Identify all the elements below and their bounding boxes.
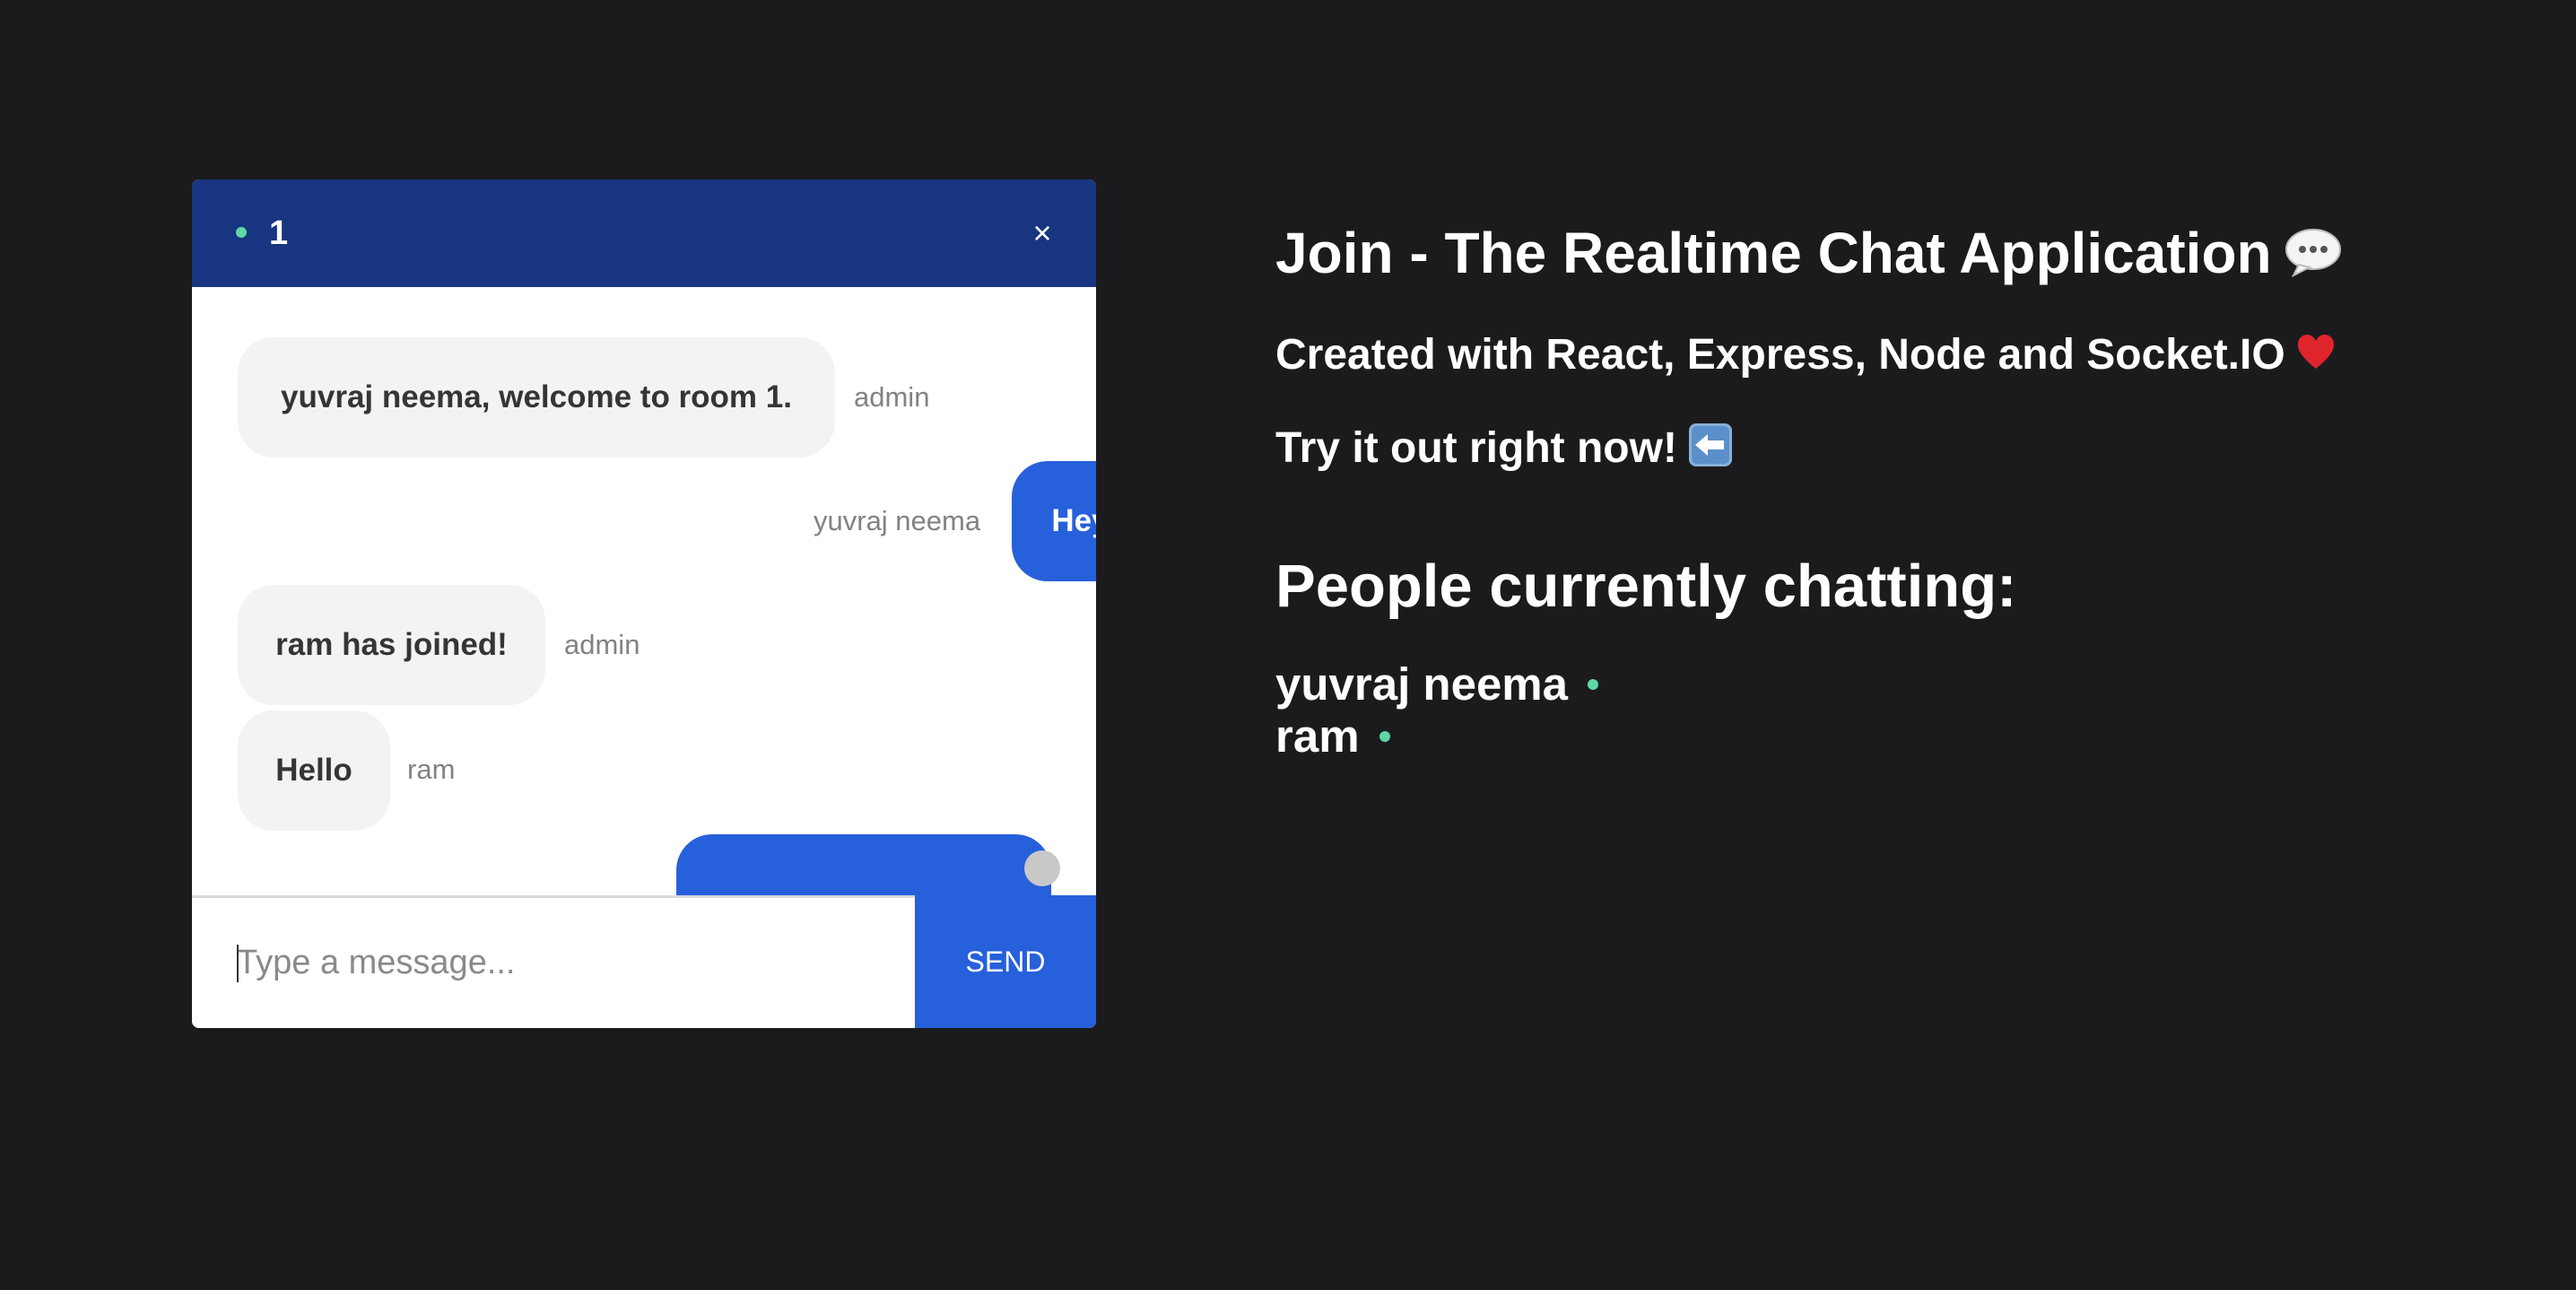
message-bubble: ram has joined!: [238, 585, 545, 705]
room-name: 1: [269, 214, 289, 252]
message-text: yuvraj neema, welcome to room 1.: [281, 379, 792, 414]
message-composer: SEND: [192, 895, 1096, 1028]
left-arrow-icon: [1688, 423, 1732, 467]
subtitle-text: Created with React, Express, Node and So…: [1275, 331, 2285, 379]
message-bubble: Hello: [238, 710, 390, 831]
speech-balloon-icon: [2284, 229, 2341, 278]
message-bubble-partial: [676, 834, 1051, 895]
page-title: Join - The Realtime Chat Application: [1275, 215, 2342, 291]
person-name: yuvraj neema: [1275, 658, 1569, 710]
message-sender: admin: [564, 629, 640, 660]
online-dot-icon: [1588, 678, 1599, 690]
close-icon[interactable]: ×: [1026, 217, 1058, 249]
person-item: ram: [1275, 710, 1390, 763]
message-sender: ram: [407, 754, 456, 785]
red-heart-icon: [2297, 335, 2334, 370]
online-dot-icon: [1379, 730, 1390, 742]
subtitle: Created with React, Express, Node and So…: [1275, 327, 2336, 384]
person-name: ram: [1275, 710, 1360, 762]
chat-header: 1 ×: [192, 179, 1096, 287]
message-text: ram has joined!: [275, 627, 508, 662]
online-dot-icon: [236, 227, 247, 238]
call-to-action-text: Try it out right now!: [1275, 424, 1677, 472]
text-caret: [237, 945, 239, 982]
message-text: Hello: [275, 753, 352, 788]
scroll-to-bottom-handle[interactable]: [1024, 850, 1060, 886]
send-button[interactable]: SEND: [915, 895, 1096, 1028]
call-to-action: Try it out right now!: [1275, 420, 1733, 477]
chat-container: 1 × yuvraj neema, welcome to room 1. adm…: [192, 179, 1096, 1028]
message-bubble: Hey There: [1012, 461, 1096, 581]
message-input[interactable]: [192, 898, 915, 1028]
message-list: yuvraj neema, welcome to room 1. admin y…: [192, 287, 1096, 895]
person-item: yuvraj neema: [1275, 658, 1599, 710]
people-heading: People currently chatting:: [1275, 553, 2017, 620]
message-text: Hey There: [1051, 503, 1096, 538]
message-bubble: yuvraj neema, welcome to room 1.: [238, 337, 835, 458]
message-sender: yuvraj neema: [814, 505, 981, 536]
message-sender: admin: [854, 381, 930, 413]
page-title-text: Join - The Realtime Chat Application: [1275, 221, 2272, 285]
